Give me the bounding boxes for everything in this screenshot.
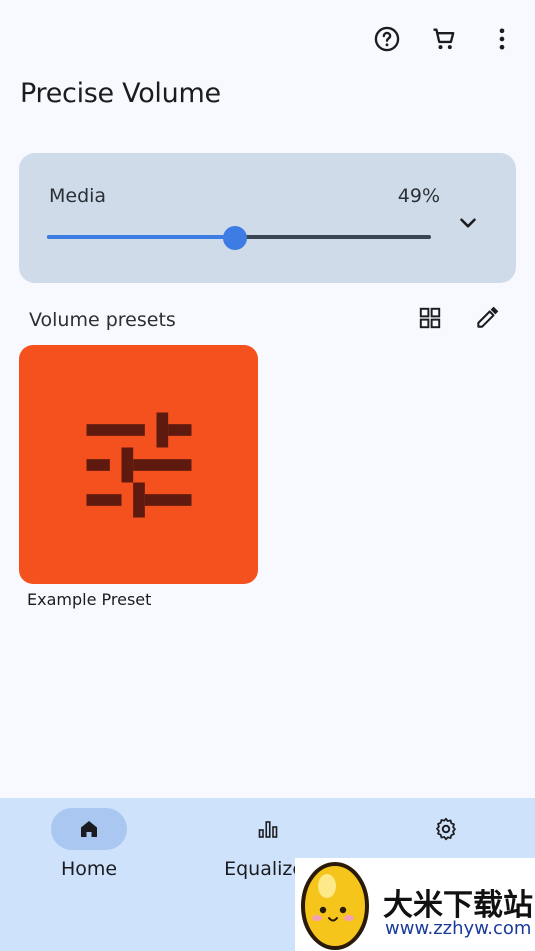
nav-home[interactable]: Home [19,808,159,888]
nav-settings-indicator [408,808,484,850]
watermark-url: www.zzhyw.com [385,918,532,939]
preset-card[interactable] [19,345,258,584]
edit-icon[interactable] [467,298,507,338]
cart-icon[interactable] [424,19,464,59]
nav-home-indicator [51,808,127,850]
grid-view-icon[interactable] [410,298,450,338]
nav-home-label: Home [60,858,118,880]
more-vert-icon[interactable] [482,19,522,59]
watermark: 大米下载站 www.zzhyw.com [295,858,535,951]
presets-header: Volume presets [29,309,176,331]
home-icon [81,821,97,837]
expand-icon[interactable] [450,205,486,241]
nav-equalizer-indicator [230,808,306,850]
preset-label: Example Preset [27,590,152,609]
volume-percent: 49% [397,185,440,207]
volume-slider-thumb[interactable] [223,226,248,250]
equalizer-icon [258,821,278,838]
mascot-egg-logo [301,862,369,950]
volume-slider-fill [47,235,236,239]
volume-card: Media 49% [19,153,516,283]
page-title: Precise Volume [20,78,221,109]
volume-label: Media [49,185,107,207]
top-app-bar [0,0,535,80]
tune-icon [86,412,191,517]
help-icon[interactable] [367,19,407,59]
settings-icon [436,817,456,841]
